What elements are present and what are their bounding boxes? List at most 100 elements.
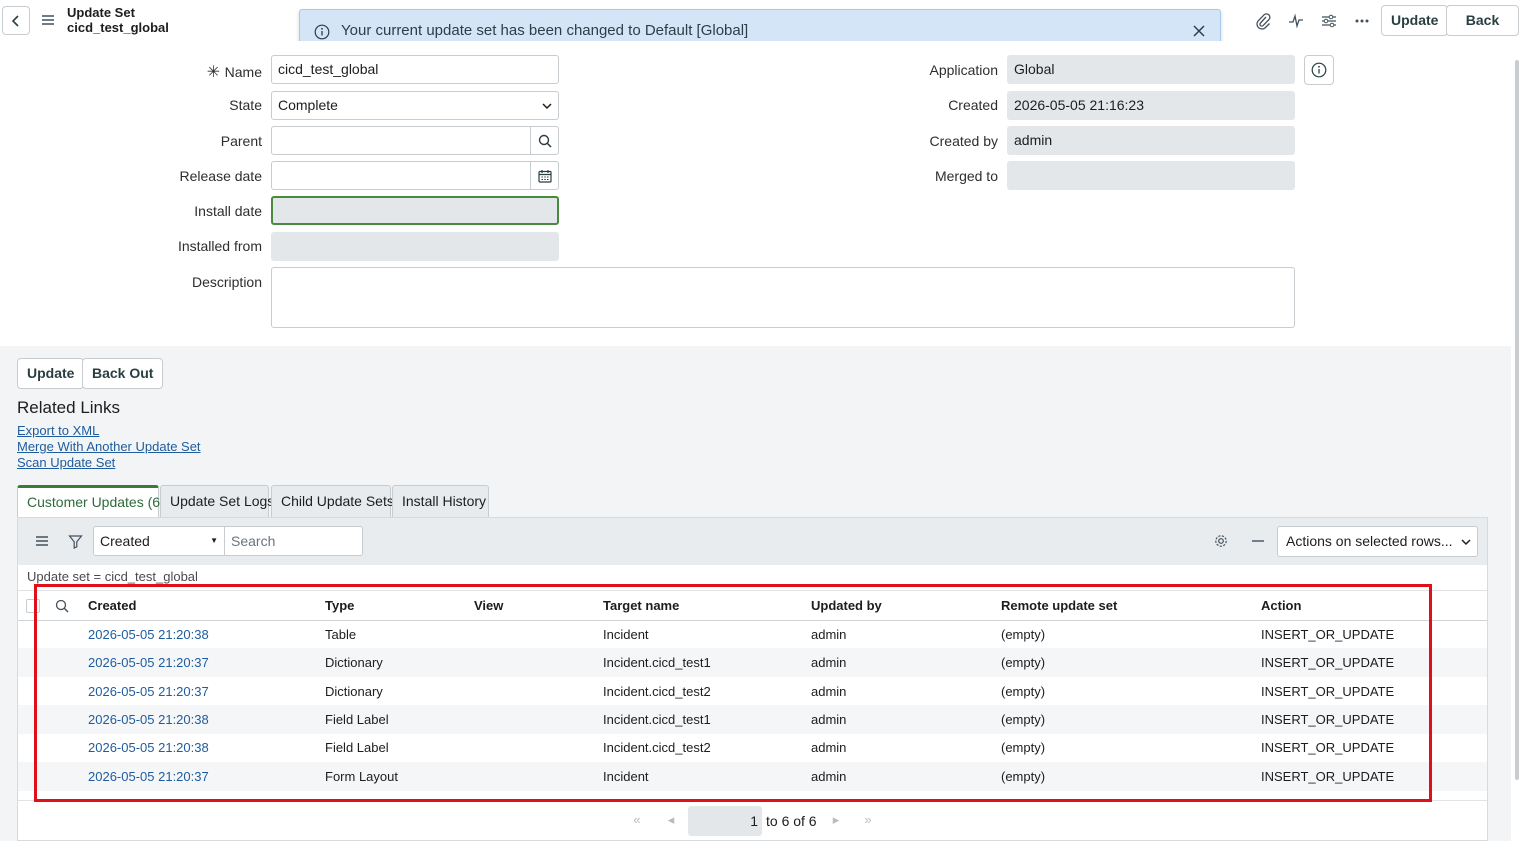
list-search-input[interactable]	[225, 526, 363, 556]
cell-updated-by: admin	[811, 712, 847, 727]
cell-target-name: Incident.cicd_test1	[603, 712, 711, 727]
sliders-settings-icon[interactable]	[1319, 11, 1339, 31]
back-button[interactable]	[2, 6, 30, 35]
calendar-icon	[537, 169, 552, 183]
cell-target-name: Incident.cicd_test1	[603, 655, 711, 670]
filter-icon[interactable]	[66, 532, 84, 550]
list-toolbar: Created ▼ Actions on selected rows...	[18, 518, 1487, 565]
column-header-type[interactable]: Type	[325, 598, 354, 613]
cell-created[interactable]: 2026-05-05 21:20:38	[88, 627, 209, 642]
scan-update-set-link[interactable]: Scan Update Set	[17, 455, 115, 470]
application-info-button[interactable]	[1304, 55, 1334, 85]
name-label: ✳ Name	[207, 62, 262, 82]
cell-created[interactable]: 2026-05-05 21:20:37	[88, 684, 209, 699]
table-row[interactable]: 2026-05-05 21:20:37 Dictionary Incident.…	[18, 677, 1487, 706]
chevron-left-icon	[11, 14, 19, 27]
release-date-label: Release date	[179, 168, 262, 184]
page-scrollbar-thumb[interactable]	[1515, 60, 1519, 780]
parent-field[interactable]	[271, 126, 531, 155]
cell-updated-by: admin	[811, 655, 847, 670]
hamburger-menu-icon[interactable]	[41, 13, 55, 27]
cell-target-name: Incident.cicd_test2	[603, 684, 711, 699]
cell-remote-update-set: (empty)	[1001, 684, 1046, 699]
column-search-icon[interactable]	[55, 599, 69, 613]
export-to-xml-link[interactable]: Export to XML	[17, 423, 99, 438]
column-header-updated-by[interactable]: Updated by	[811, 598, 882, 613]
search-field-select[interactable]: Created ▼	[93, 526, 225, 556]
header-title: Update Set cicd_test_global	[67, 5, 169, 35]
previous-page-icon[interactable]: ◂	[664, 813, 678, 827]
gear-icon[interactable]	[1212, 532, 1230, 550]
table-row[interactable]: 2026-05-05 21:20:38 Field Label Incident…	[18, 733, 1487, 762]
select-all-checkbox[interactable]	[26, 599, 40, 613]
created-by-label: Created by	[929, 133, 998, 149]
paperclip-icon[interactable]	[1253, 11, 1273, 31]
cell-type: Dictionary	[325, 684, 383, 699]
cell-created[interactable]: 2026-05-05 21:20:37	[88, 655, 209, 670]
cell-type: Field Label	[325, 740, 389, 755]
column-header-created[interactable]: Created	[88, 598, 136, 613]
parent-label: Parent	[220, 133, 262, 149]
cell-created[interactable]: 2026-05-05 21:20:38	[88, 712, 209, 727]
caret-down-icon: ▼	[210, 536, 218, 545]
column-header-target-name[interactable]: Target name	[603, 598, 679, 613]
state-select[interactable]: Complete	[271, 91, 559, 120]
list-menu-icon[interactable]	[33, 532, 51, 550]
cell-action: INSERT_OR_UPDATE	[1261, 655, 1395, 670]
more-options-icon[interactable]	[1352, 11, 1372, 31]
cell-remote-update-set: (empty)	[1001, 627, 1046, 642]
table-header: Created Type View Target name Updated by…	[18, 590, 1487, 621]
description-textarea[interactable]	[271, 267, 1295, 328]
chevron-down-icon	[1461, 539, 1471, 546]
merge-update-set-link[interactable]: Merge With Another Update Set	[17, 439, 201, 454]
update-button[interactable]: Update	[17, 358, 85, 389]
actions-select[interactable]: Actions on selected rows...	[1277, 526, 1478, 557]
cell-updated-by: admin	[811, 684, 847, 699]
release-date-field[interactable]	[271, 161, 531, 190]
last-page-icon[interactable]: »	[861, 813, 875, 827]
cell-type: Field Label	[325, 712, 389, 727]
actions-select-value: Actions on selected rows...	[1286, 533, 1453, 549]
tab-install-history[interactable]: Install History	[392, 485, 489, 518]
cell-updated-by: admin	[811, 769, 847, 784]
column-header-remote-update-set[interactable]: Remote update set	[1001, 598, 1117, 613]
column-header-view[interactable]: View	[474, 598, 503, 613]
notification-message: Your current update set has been changed…	[341, 22, 749, 39]
state-label: State	[229, 97, 262, 113]
created-by-field: admin	[1007, 126, 1295, 155]
install-date-label: Install date	[194, 203, 262, 219]
column-header-action[interactable]: Action	[1261, 598, 1301, 613]
cell-action: INSERT_OR_UPDATE	[1261, 740, 1395, 755]
release-date-picker-button[interactable]	[530, 161, 559, 190]
cell-created[interactable]: 2026-05-05 21:20:38	[88, 740, 209, 755]
tab-child-update-sets[interactable]: Child Update Sets	[271, 485, 394, 518]
install-date-field[interactable]	[271, 196, 559, 225]
merged-to-field	[1007, 161, 1295, 190]
tab-customer-updates[interactable]: Customer Updates (6)	[17, 485, 165, 518]
installed-from-label: Installed from	[177, 238, 262, 254]
table-row[interactable]: 2026-05-05 21:20:37 Form Layout Incident…	[18, 762, 1487, 791]
table-row[interactable]: 2026-05-05 21:20:37 Dictionary Incident.…	[18, 648, 1487, 677]
activity-pulse-icon[interactable]	[1286, 11, 1306, 31]
cell-updated-by: admin	[811, 627, 847, 642]
table-row[interactable]: 2026-05-05 21:20:38 Table Incident admin…	[18, 620, 1487, 649]
first-page-icon[interactable]: «	[630, 813, 644, 827]
cell-remote-update-set: (empty)	[1001, 769, 1046, 784]
description-label: Description	[191, 274, 262, 290]
parent-lookup-button[interactable]	[530, 126, 559, 155]
header-update-button[interactable]: Update	[1381, 5, 1449, 36]
back-out-button[interactable]: Back Out	[82, 358, 164, 389]
cell-target-name: Incident.cicd_test2	[603, 740, 711, 755]
list-breadcrumb[interactable]: Update set = cicd_test_global	[27, 569, 198, 584]
cell-type: Table	[325, 627, 357, 642]
name-field[interactable]: cicd_test_global	[271, 55, 559, 84]
table-row[interactable]: 2026-05-05 21:20:38 Field Label Incident…	[18, 705, 1487, 734]
next-page-icon[interactable]: ▸	[829, 813, 843, 827]
search-field-value: Created	[100, 533, 150, 549]
cell-created[interactable]: 2026-05-05 21:20:37	[88, 769, 209, 784]
page-number-input[interactable]: 1	[688, 806, 762, 836]
header-back-out-button[interactable]: Back Out	[1446, 5, 1519, 57]
tab-update-set-logs[interactable]: Update Set Logs	[160, 485, 274, 518]
collapse-icon[interactable]	[1249, 532, 1267, 550]
close-icon[interactable]	[1192, 24, 1206, 38]
